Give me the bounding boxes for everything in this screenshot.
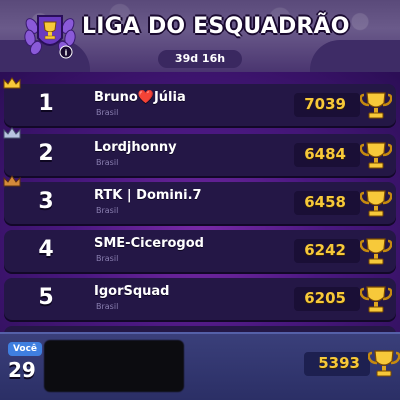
gold-crown-icon [3,77,21,89]
rank-number: 2 [38,141,54,166]
player-score: 7039 [304,95,346,113]
your-rank: 29 [8,358,36,382]
svg-text:i: i [65,49,68,58]
your-score: 5393 [318,354,360,372]
league-header: i LIGA DO ESQUADRÃO 39d 16h [0,0,400,72]
leaderboard-row[interactable]: 4 SME-Cicerogod Brasil 6242 [4,230,396,272]
silver-crown-icon [3,127,21,139]
leaderboard-row[interactable]: 5 IgorSquad Brasil 6205 [4,278,396,320]
trophy-icon [360,142,392,169]
leaderboard-row[interactable]: 2 Lordjhonny Brasil 6484 [3,127,396,176]
player-region: Brasil [96,302,119,311]
your-position-bar[interactable]: Você 29 5393 [0,332,400,400]
rank-number: 4 [38,237,54,262]
player-region: Brasil [96,206,119,215]
league-title: LIGA DO ESQUADRÃO [82,14,350,39]
player-region: Brasil [96,108,119,117]
player-score: 6458 [304,193,346,211]
rank-number: 1 [38,91,54,116]
player-name: SME-Cicerogod [94,236,204,251]
player-region: Brasil [96,158,119,167]
you-label: Você [8,342,42,356]
trophy-icon [360,238,392,265]
rank-number: 3 [38,189,54,214]
trophy-icon [360,92,392,119]
player-name: RTK | Domini.7 [94,188,202,203]
trophy-icon [368,350,400,377]
trophy-icon [360,286,392,313]
player-region: Brasil [96,254,119,263]
player-name: Lordjhonny [94,140,177,155]
redacted-player-name [44,340,184,392]
player-score: 6242 [304,241,346,259]
leaderboard-row[interactable]: 3 RTK | Domini.7 Brasil 6458 [3,175,396,224]
league-timer: 39d 16h [158,50,242,68]
leaderboard-row[interactable]: 1 Bruno❤️Júlia Brasil 7039 [3,77,396,126]
bronze-crown-icon [3,175,21,187]
rank-number: 5 [38,285,54,310]
player-name: IgorSquad [94,284,170,299]
player-score: 6205 [304,289,346,307]
arena-stand-right [310,40,400,72]
player-name: Bruno❤️Júlia [94,90,186,105]
player-score: 6484 [304,145,346,163]
league-badge-icon[interactable]: i [22,8,78,60]
trophy-icon [360,190,392,217]
